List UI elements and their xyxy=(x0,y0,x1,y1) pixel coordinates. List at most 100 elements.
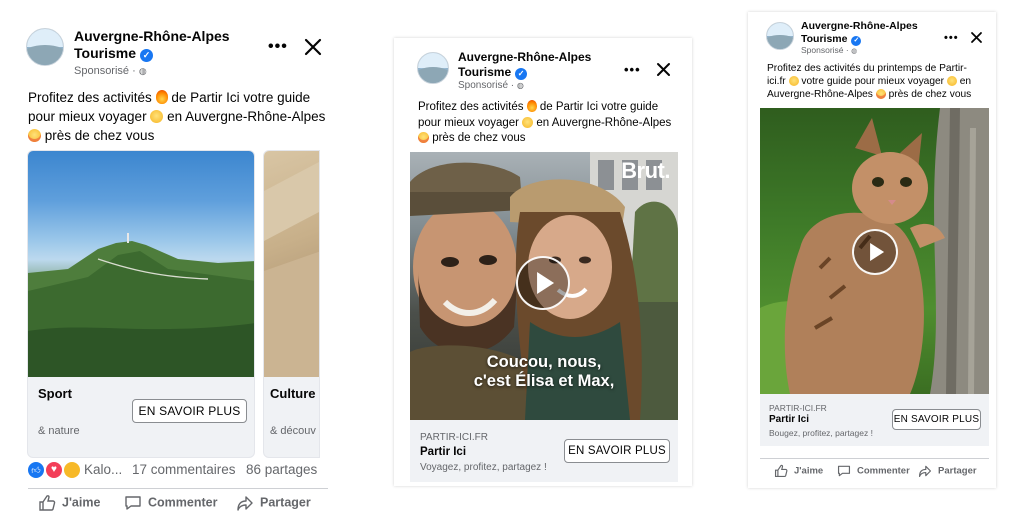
ad-subtitle: Bougez, profitez, partagez ! xyxy=(769,428,873,438)
comment-icon xyxy=(125,496,141,510)
post-text-c: en Auvergne-Rhône-Alpes xyxy=(163,109,326,124)
comment-button[interactable]: Commenter xyxy=(124,494,217,512)
like-reaction-icon: 👍︎ xyxy=(28,462,44,478)
hugging-face-emoji-icon xyxy=(946,76,957,86)
ad-subtitle: Voyagez, profitez, partagez ! xyxy=(420,462,547,473)
fire-emoji-icon xyxy=(526,100,537,112)
video-thumbnail[interactable]: [data-name="post-3"] .play::after { bord… xyxy=(760,108,989,394)
shares-count[interactable]: 86 partages xyxy=(246,462,317,477)
learn-more-button[interactable]: EN SAVOIR PLUS xyxy=(132,399,247,423)
post-text-b: votre guide pour mieux voyager xyxy=(798,76,947,87)
heart-face-emoji-icon xyxy=(28,129,41,142)
sponsored-text: Sponsorisé · xyxy=(801,45,852,55)
comment-label: Commenter xyxy=(857,465,910,477)
divider xyxy=(28,488,328,489)
sponsored-label: Sponsorisé · ◍ xyxy=(74,65,147,77)
post-text-a: Profitez des activités xyxy=(28,90,156,105)
comments-count[interactable]: 17 commentaires xyxy=(132,462,236,477)
verified-badge-icon: ✓ xyxy=(139,49,153,63)
sponsored-label: Sponsorisé · ◍ xyxy=(801,45,857,55)
share-icon xyxy=(237,496,253,511)
ad-domain: PARTIR-ICI.FR xyxy=(769,403,827,413)
love-reaction-icon: ♥ xyxy=(46,462,62,478)
post-text: Profitez des activités de Partir Ici vot… xyxy=(28,88,328,145)
video-thumbnail[interactable]: Brut. [data-name="video-thumbnail"] .pla… xyxy=(410,152,678,420)
more-options-icon[interactable]: ••• xyxy=(268,38,288,56)
post-text-d: près de chez vous xyxy=(41,128,155,143)
heart-face-emoji-icon xyxy=(875,89,886,99)
carousel-card-2[interactable]: Culture & découv xyxy=(263,150,320,458)
fire-emoji-icon xyxy=(155,90,168,104)
post-text-c: en Auvergne-Rhône-Alpes xyxy=(533,116,672,129)
ad-footer[interactable]: PARTIR-ICI.FR Partir Ici Bougez, profite… xyxy=(760,394,989,446)
post-2: Auvergne-Rhône-Alpes Tourisme ✓ Sponsoris… xyxy=(394,38,692,486)
more-options-icon[interactable]: ••• xyxy=(624,62,641,77)
play-icon[interactable] xyxy=(516,256,570,310)
carousel-card-1-title: Sport xyxy=(38,386,72,401)
video-subtitle: Coucou, nous, c'est Élisa et Max, xyxy=(410,353,678,391)
page-avatar[interactable] xyxy=(766,22,794,50)
share-label: Partager xyxy=(938,465,977,477)
post-text-a: Profitez des activités xyxy=(418,101,527,113)
heart-face-emoji-icon xyxy=(418,132,429,143)
share-button[interactable]: Partager xyxy=(918,464,977,478)
sponsored-label: Sponsorisé · ◍ xyxy=(458,80,524,91)
share-button[interactable]: Partager xyxy=(236,494,311,512)
page-avatar[interactable] xyxy=(417,52,449,84)
divider xyxy=(760,458,989,459)
globe-icon: ◍ xyxy=(851,48,858,55)
page-avatar[interactable] xyxy=(26,28,64,66)
play-icon[interactable] xyxy=(852,229,898,275)
page-name[interactable]: Auvergne-Rhône-Alpes Tourisme ✓ xyxy=(74,28,254,63)
close-icon[interactable] xyxy=(304,38,322,61)
post-3: Auvergne-Rhône-Alpes Tourisme ✓ Sponsoris… xyxy=(748,12,996,488)
comment-icon xyxy=(837,465,851,477)
like-button[interactable]: J'aime xyxy=(774,464,823,478)
carousel-card-1-subtitle: & nature xyxy=(38,425,80,437)
wow-reaction-icon xyxy=(64,462,80,478)
like-label: J'aime xyxy=(794,465,824,477)
globe-icon: ◍ xyxy=(516,81,524,90)
carousel-card-2-title: Culture xyxy=(270,386,316,401)
architecture-photo xyxy=(264,151,319,377)
page-name[interactable]: Auvergne-Rhône-Alpes Tourisme ✓ xyxy=(801,20,931,46)
reactions-names[interactable]: Kalo... xyxy=(84,462,122,477)
like-button[interactable]: J'aime xyxy=(38,494,100,512)
smiling-face-emoji-icon xyxy=(522,116,534,128)
comment-label: Commenter xyxy=(148,495,218,510)
post-text: Profitez des activités du printemps de P… xyxy=(767,62,985,101)
learn-more-button[interactable]: EN SAVOIR PLUS xyxy=(564,439,670,463)
page-name[interactable]: Auvergne-Rhône-Alpes Tourisme ✓ xyxy=(458,50,608,80)
video-subtitle-line-1: Coucou, nous, xyxy=(486,353,602,371)
post-text-d: près de chez vous xyxy=(429,132,526,144)
like-icon xyxy=(774,464,788,478)
globe-icon: ◍ xyxy=(138,66,147,76)
verified-badge-icon: ✓ xyxy=(515,67,528,80)
close-icon[interactable] xyxy=(970,31,983,49)
sponsored-text: Sponsorisé · xyxy=(74,65,139,77)
post-1: Auvergne-Rhône-Alpes Tourisme ✓ Sponsoris… xyxy=(16,14,340,526)
smiling-face-emoji-icon xyxy=(788,76,799,86)
post-text-d: près de chez vous xyxy=(885,89,972,100)
video-subtitle-line-2: c'est Élisa et Max, xyxy=(473,372,615,390)
ad-title: Partir Ici xyxy=(769,414,810,425)
video-brand-logo: Brut. xyxy=(621,158,670,183)
more-options-icon[interactable]: ••• xyxy=(944,32,959,44)
ad-domain: PARTIR-ICI.FR xyxy=(420,432,488,443)
sponsored-text: Sponsorisé · xyxy=(458,80,517,91)
reactions-row[interactable]: 👍︎ ♥ Kalo... 17 commentaires 86 partages xyxy=(28,462,328,480)
like-icon xyxy=(39,495,56,511)
like-label: J'aime xyxy=(62,495,101,510)
ad-title: Partir Ici xyxy=(420,446,467,458)
carousel-card-2-subtitle: & découv xyxy=(270,425,316,437)
carousel-card-1[interactable]: Sport EN SAVOIR PLUS & nature xyxy=(27,150,255,458)
smiling-face-emoji-icon xyxy=(150,110,164,123)
share-icon xyxy=(918,465,932,478)
volcano-photo xyxy=(28,151,254,377)
post-text: Profitez des activités de Partir Ici vot… xyxy=(418,100,678,147)
learn-more-button[interactable]: EN SAVOIR PLUS xyxy=(892,409,981,430)
close-icon[interactable] xyxy=(656,62,671,82)
share-label: Partager xyxy=(260,495,311,510)
comment-button[interactable]: Commenter xyxy=(837,464,910,478)
ad-footer[interactable]: PARTIR-ICI.FR Partir Ici Voyagez, profit… xyxy=(410,420,678,482)
